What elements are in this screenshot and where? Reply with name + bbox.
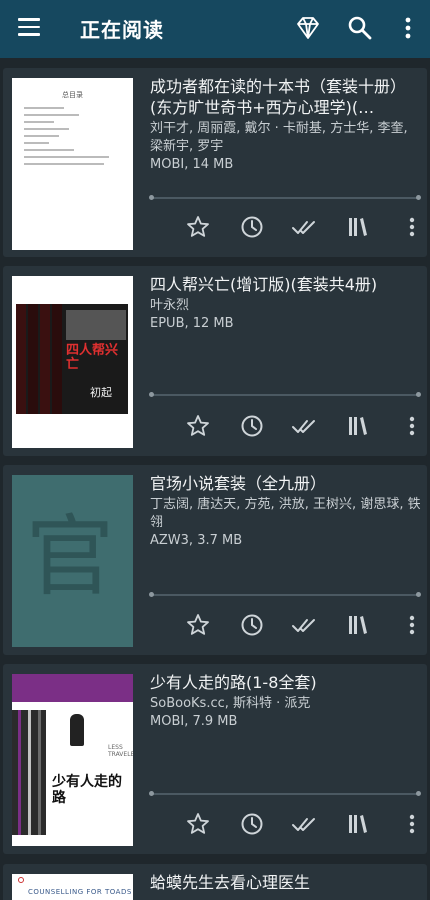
book-actions (151, 214, 421, 244)
more-vert-icon[interactable] (399, 413, 425, 439)
diamond-icon[interactable] (294, 14, 322, 42)
clock-icon[interactable] (239, 214, 265, 240)
clock-icon[interactable] (239, 612, 265, 638)
book-meta: AZW3, 3.7 MB (150, 533, 243, 548)
book-actions (151, 612, 421, 642)
book-meta: EPUB, 12 MB (150, 316, 234, 331)
done-all-icon[interactable] (291, 811, 317, 837)
book-title[interactable]: 少有人走的路(1-8全套) (150, 672, 422, 693)
book-authors: 刘干才, 周丽霞, 戴尔 · 卡耐基, 方士华, 李奎, 梁新宇, 罗宇 (150, 121, 408, 154)
bookshelf-icon[interactable] (345, 413, 371, 439)
cover-text: 少有人走的路 (52, 774, 122, 806)
cover-text: 四人帮兴亡 (66, 343, 119, 372)
done-all-icon[interactable] (291, 612, 317, 638)
book-title[interactable]: 蛤蟆先生去看心理医生 (150, 872, 422, 893)
star-icon[interactable] (185, 612, 211, 638)
book-cover[interactable]: 官 (12, 475, 133, 647)
cover-text: 总目录 (62, 91, 83, 99)
book-meta: MOBI, 7.9 MB (150, 714, 238, 729)
cover-text: 官 (26, 505, 115, 608)
more-vert-icon[interactable] (399, 811, 425, 837)
cover-text: LESS TRAVELED (108, 744, 133, 758)
book-card[interactable]: 总目录 成功者都在读的十本书（套装十册）(东方旷世奇书+西方心理学)(… 刘干才… (3, 68, 427, 257)
book-cover[interactable]: 总目录 (12, 78, 133, 250)
book-authors: SoBooKs.cc, 斯科特 · 派克 (150, 696, 311, 711)
page-title: 正在阅读 (80, 18, 164, 42)
reading-progress-bar[interactable] (149, 195, 421, 200)
reading-progress-bar[interactable] (149, 791, 421, 796)
book-card[interactable]: COUNSELLING FOR TOADS 蛤蟆先生去看心理医生 (3, 864, 427, 900)
star-icon[interactable] (185, 413, 211, 439)
book-title[interactable]: 官场小说套装（全九册） (150, 473, 422, 494)
book-card[interactable]: 官 官场小说套装（全九册） 丁志阔, 唐达天, 方苑, 洪放, 王树兴, 谢思球… (3, 465, 427, 655)
bookshelf-icon[interactable] (345, 811, 371, 837)
clock-icon[interactable] (239, 811, 265, 837)
bookshelf-icon[interactable] (345, 612, 371, 638)
bookshelf-icon[interactable] (345, 214, 371, 240)
book-meta: MOBI, 14 MB (150, 157, 234, 172)
more-vert-icon[interactable] (399, 214, 425, 240)
menu-icon[interactable] (18, 18, 40, 36)
book-authors: 叶永烈 (150, 298, 190, 313)
book-cover[interactable]: COUNSELLING FOR TOADS (12, 874, 133, 900)
done-all-icon[interactable] (291, 413, 317, 439)
cover-text: 初起 (90, 386, 112, 399)
done-all-icon[interactable] (291, 214, 317, 240)
search-icon[interactable] (346, 14, 374, 42)
more-vert-icon[interactable] (399, 612, 425, 638)
book-card[interactable]: 四人帮兴亡 初起 四人帮兴亡(增订版)(套装共4册) 叶永烈 EPUB, 12 … (3, 266, 427, 456)
star-icon[interactable] (185, 811, 211, 837)
book-actions (151, 811, 421, 841)
book-authors: 丁志阔, 唐达天, 方苑, 洪放, 王树兴, 谢思球, 铁翎 (150, 497, 421, 530)
star-icon[interactable] (185, 214, 211, 240)
book-title[interactable]: 成功者都在读的十本书（套装十册）(东方旷世奇书+西方心理学)(… (150, 76, 422, 118)
book-title[interactable]: 四人帮兴亡(增订版)(套装共4册) (150, 274, 422, 295)
book-cover[interactable]: LESS TRAVELED 少有人走的路 (12, 674, 133, 846)
cover-text: COUNSELLING FOR TOADS (28, 888, 132, 896)
app-bar: 正在阅读 (0, 0, 430, 58)
book-actions (151, 413, 421, 443)
more-vert-icon[interactable] (394, 14, 422, 42)
reading-progress-bar[interactable] (149, 592, 421, 597)
book-card[interactable]: LESS TRAVELED 少有人走的路 少有人走的路(1-8全套) SoBoo… (3, 664, 427, 854)
reading-progress-bar[interactable] (149, 392, 421, 397)
book-cover[interactable]: 四人帮兴亡 初起 (12, 276, 133, 448)
clock-icon[interactable] (239, 413, 265, 439)
